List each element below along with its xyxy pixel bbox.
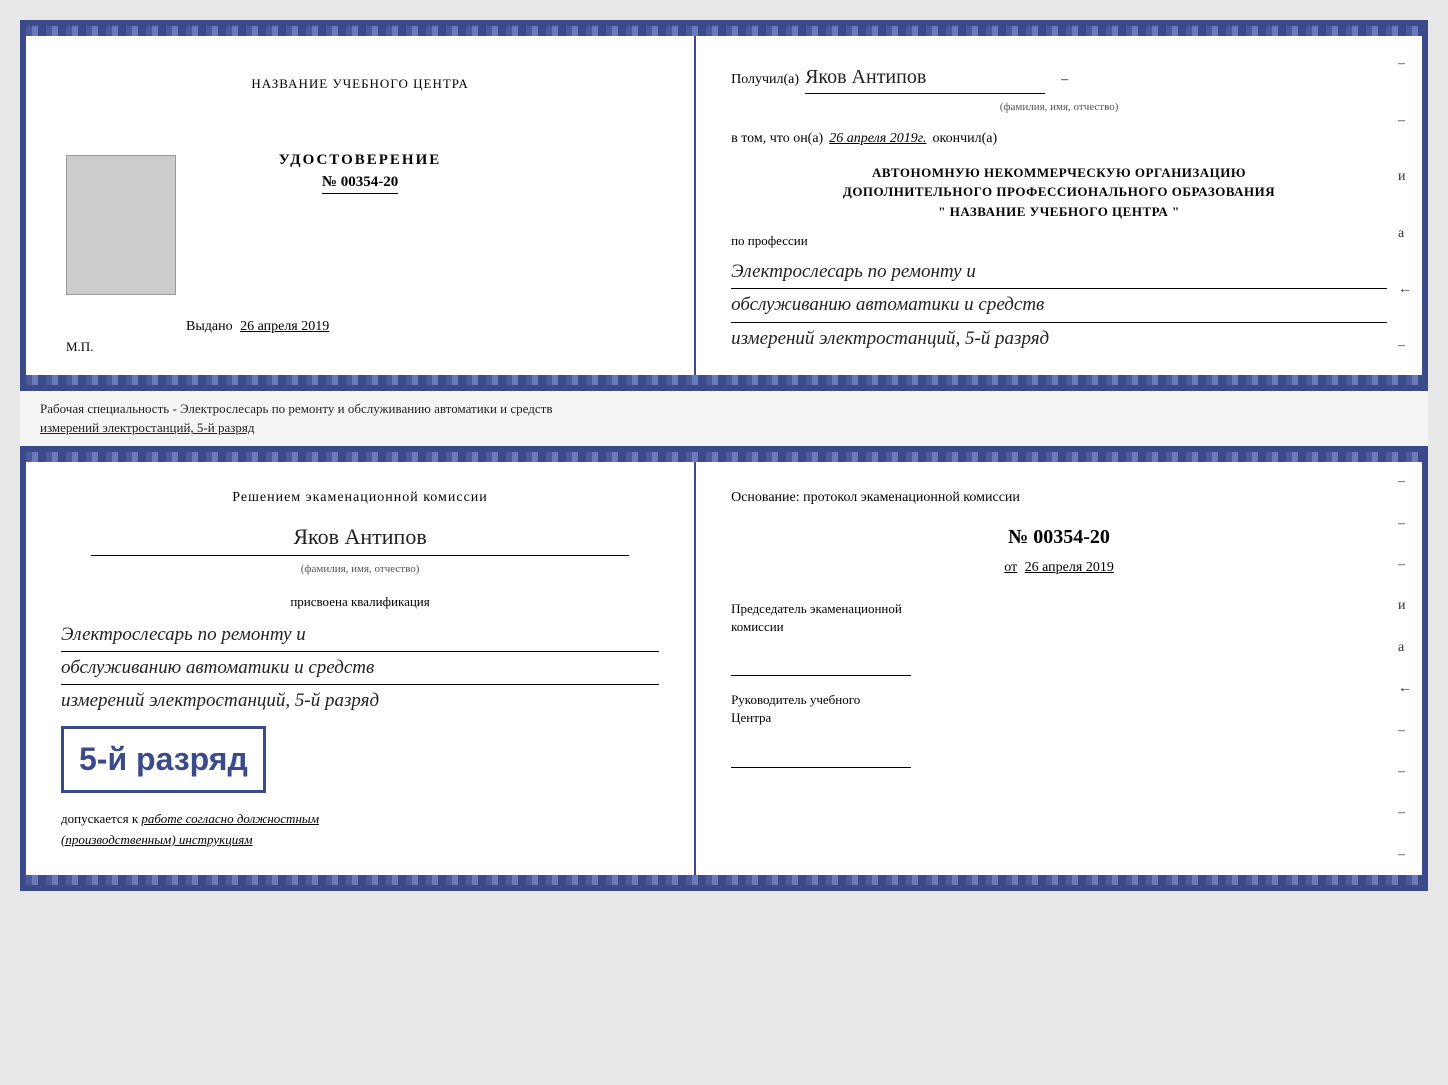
bottom-stripe-bottom	[26, 875, 1422, 885]
vtom-row: в том, что он(а) 26 апреля 2019г. окончи…	[731, 128, 1387, 150]
org-block: АВТОНОМНУЮ НЕКОММЕРЧЕСКУЮ ОРГАНИЗАЦИЮ ДО…	[731, 163, 1387, 222]
vtom-prefix: в том, что он(а)	[731, 128, 823, 150]
page-wrapper: НАЗВАНИЕ УЧЕБНОГО ЦЕНТРА УДОСТОВЕРЕНИЕ №…	[20, 20, 1428, 891]
poluchil-prefix: Получил(а)	[731, 69, 799, 91]
cert-bottom-container: Решением экаменационной комиссии Яков Ан…	[20, 446, 1428, 891]
predsedatel-line2: комиссии	[731, 618, 1387, 636]
osnowanie-text: Основание: протокол экаменационной комис…	[731, 487, 1387, 509]
udostoverenie-title: УДОСТОВЕРЕНИЕ	[279, 152, 442, 169]
predsedatel-label: Председатель экаменационной комиссии	[731, 600, 1387, 636]
person-name-bottom: Яков Антипов	[91, 519, 629, 555]
qual-line3: измерений электростанций, 5-й разряд	[61, 685, 659, 717]
qualification-value: Электрослесарь по ремонту и обслуживанию…	[61, 619, 659, 718]
razryad-box: 5-й разряд	[61, 726, 266, 793]
protocol-number: № 00354-20	[731, 521, 1387, 553]
predsedatel-signature-line	[731, 656, 911, 676]
ot-date: 26 апреля 2019	[1025, 560, 1114, 575]
profession-value: Электрослесарь по ремонту и обслуживанию…	[731, 256, 1387, 355]
dopuskaetsya-row: допускается к работе согласно должностны…	[61, 809, 659, 830]
dopuskaetsya-text: работе согласно должностным	[141, 811, 319, 826]
recipient-row: Получил(а) Яков Антипов –	[731, 61, 1387, 94]
middle-text: Рабочая специальность - Электрослесарь п…	[20, 391, 1428, 446]
decision-title: Решением экаменационной комиссии	[61, 487, 659, 509]
cert-top-right: Получил(а) Яков Антипов – (фамилия, имя,…	[696, 36, 1422, 375]
org-name: НАЗВАНИЕ УЧЕБНОГО ЦЕНТРА	[950, 204, 1169, 219]
cert-bottom-left: Решением экаменационной комиссии Яков Ан…	[26, 462, 696, 875]
vydano-date: 26 апреля 2019	[240, 319, 329, 334]
vydano-line: Выдано 26 апреля 2019	[186, 319, 329, 335]
side-dashes-right: – – и а ← –	[1398, 36, 1412, 375]
qual-line1: Электрослесарь по ремонту и	[61, 619, 659, 652]
org-quote-open: "	[938, 204, 946, 219]
cert-top-left: НАЗВАНИЕ УЧЕБНОГО ЦЕНТРА УДОСТОВЕРЕНИЕ №…	[26, 36, 696, 375]
predsedatel-line1: Председатель экаменационной	[731, 600, 1387, 618]
assigned-label: присвоена квалификация	[61, 592, 659, 613]
org-line2: ДОПОЛНИТЕЛЬНОГО ПРОФЕССИОНАЛЬНОГО ОБРАЗО…	[731, 182, 1387, 202]
qual-line2: обслуживанию автоматики и средств	[61, 652, 659, 685]
ot-date-row: от 26 апреля 2019	[731, 557, 1387, 579]
cert-top-body: НАЗВАНИЕ УЧЕБНОГО ЦЕНТРА УДОСТОВЕРЕНИЕ №…	[26, 36, 1422, 375]
vtom-date: 26 апреля 2019г.	[829, 128, 926, 150]
rukovoditel-line1: Руководитель учебного	[731, 691, 1387, 709]
profession-line1: Электрослесарь по ремонту и	[731, 256, 1387, 289]
middle-line1: Рабочая специальность - Электрослесарь п…	[40, 399, 1408, 419]
razryad-big-label: 5-й разряд	[79, 741, 248, 777]
rukovoditel-label: Руководитель учебного Центра	[731, 691, 1387, 727]
okonchil-label: окончил(а)	[933, 128, 998, 150]
org-quote-close: "	[1172, 204, 1180, 219]
top-stripe	[26, 26, 1422, 36]
profession-line3: измерений электростанций, 5-й разряд	[731, 323, 1387, 355]
fio-label-bottom-text: (фамилия, имя, отчество)	[301, 563, 420, 575]
fio-label-bottom: (фамилия, имя, отчество)	[61, 558, 659, 580]
ot-prefix: от	[1004, 560, 1017, 575]
org-line3: " НАЗВАНИЕ УЧЕБНОГО ЦЕНТРА "	[731, 202, 1387, 222]
photo-placeholder	[66, 155, 176, 295]
center-name-label: НАЗВАНИЕ УЧЕБНОГО ЦЕНТРА	[251, 76, 468, 92]
middle-line2: измерений электростанций, 5-й разряд	[40, 418, 1408, 438]
cert-bottom-body: Решением экаменационной комиссии Яков Ан…	[26, 462, 1422, 875]
profession-line2: обслуживанию автоматики и средств	[731, 289, 1387, 322]
person-name-row: Яков Антипов	[61, 519, 659, 555]
dopuskaetsya-text2: (производственным) инструкциям	[61, 830, 659, 851]
org-line1: АВТОНОМНУЮ НЕКОММЕРЧЕСКУЮ ОРГАНИЗАЦИЮ	[731, 163, 1387, 183]
dopuskaetsya-prefix: допускается к	[61, 811, 138, 826]
mp-label: М.П.	[66, 339, 93, 355]
recipient-name: Яков Антипов	[805, 61, 1045, 94]
rukovoditel-line2: Центра	[731, 709, 1387, 727]
udostoverenie-number: № 00354-20	[322, 174, 398, 194]
side-dashes-bottom-right: – – – и а ← – – – –	[1398, 462, 1412, 875]
fio-label-top: (фамилия, имя, отчество)	[1000, 101, 1119, 113]
cert-top-container: НАЗВАНИЕ УЧЕБНОГО ЦЕНТРА УДОСТОВЕРЕНИЕ №…	[20, 20, 1428, 391]
bottom-stripe-top	[26, 375, 1422, 385]
top-stripe-bottom	[26, 452, 1422, 462]
predsedatel-block: Председатель экаменационной комиссии	[731, 600, 1387, 676]
cert-bottom-right: Основание: протокол экаменационной комис…	[696, 462, 1422, 875]
vydano-prefix: Выдано	[186, 319, 233, 334]
rukovoditel-signature-line	[731, 748, 911, 768]
rukovoditel-block: Руководитель учебного Центра	[731, 691, 1387, 767]
profession-label: по профессии	[731, 231, 1387, 252]
